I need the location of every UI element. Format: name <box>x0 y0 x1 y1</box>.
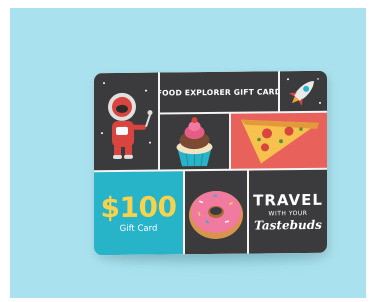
travel-tile: TRAVEL WITH YOUR Tastebuds <box>249 169 327 254</box>
pizza-slice-illustration <box>241 119 319 164</box>
gift-card-label: Gift Card <box>119 223 158 234</box>
travel-heading: TRAVEL <box>253 190 323 210</box>
cupcake-illustration <box>176 117 213 167</box>
rocket-tile <box>280 70 327 112</box>
pizza-tile <box>231 112 327 169</box>
photo-backdrop: FOOD EXPLORER GIFT CARD $100 Gift Card T… <box>10 8 366 298</box>
card-title: FOOD EXPLORER GIFT CARD <box>160 86 278 98</box>
travel-subheading: WITH YOUR <box>268 209 308 217</box>
value-tile: $100 Gift Card <box>94 171 183 256</box>
cupcake-tile <box>160 113 229 170</box>
rocket-icon <box>287 78 321 106</box>
title-tile: FOOD EXPLORER GIFT CARD <box>160 71 278 113</box>
gift-amount: $100 <box>100 189 177 224</box>
travel-script: Tastebuds <box>254 217 322 233</box>
gift-card: FOOD EXPLORER GIFT CARD $100 Gift Card T… <box>94 70 327 256</box>
donut-illustration <box>189 190 243 239</box>
astronaut-illustration <box>101 82 153 160</box>
astronaut-tile <box>94 72 158 171</box>
donut-tile <box>185 170 247 255</box>
